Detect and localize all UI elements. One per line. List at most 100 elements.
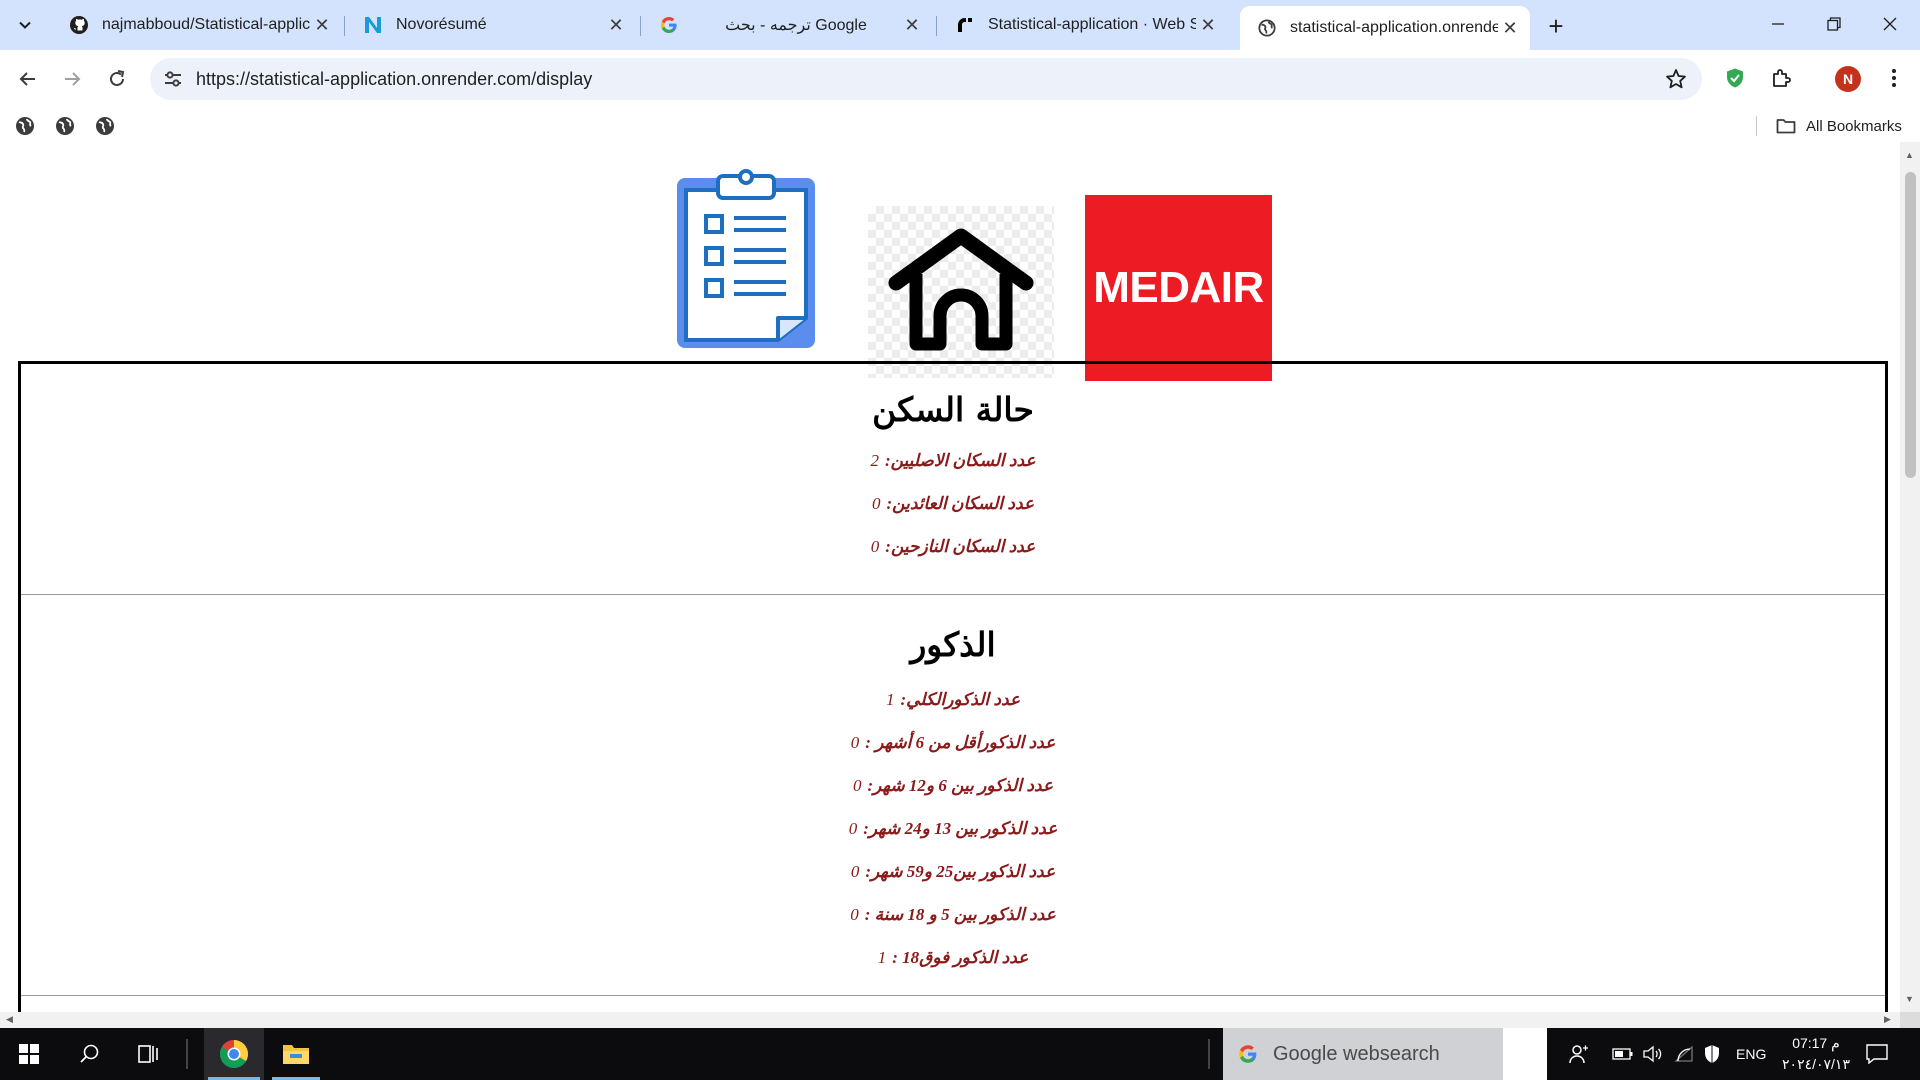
males-section: الذكور عدد الذكورالكلي:1 عدد الذكورأقل م… bbox=[21, 595, 1885, 996]
search-button[interactable] bbox=[64, 1028, 116, 1080]
tab-google-search[interactable]: ترجمه - بحث Google ✕ bbox=[642, 6, 932, 44]
scroll-left-icon[interactable]: ◀ bbox=[6, 1014, 13, 1025]
stat-line: عدد الذكورأقل من 6 أشهر :0 bbox=[850, 733, 1056, 752]
site-settings-icon[interactable] bbox=[162, 68, 184, 90]
forward-button[interactable] bbox=[52, 59, 92, 99]
notifications-icon[interactable] bbox=[1866, 1028, 1888, 1080]
close-icon[interactable]: ✕ bbox=[1498, 16, 1522, 40]
scroll-down-icon[interactable]: ▼ bbox=[1905, 994, 1914, 1004]
taskbar-divider bbox=[186, 1039, 188, 1069]
clock-date: ٢٠٢٤/٠٧/١٣ bbox=[1782, 1056, 1850, 1072]
stat-line: عدد الذكور بين 5 و 18 سنة :0 bbox=[850, 905, 1056, 924]
chrome-taskbar-button[interactable] bbox=[204, 1028, 264, 1080]
window-close-button[interactable] bbox=[1860, 0, 1920, 48]
arrow-left-icon bbox=[19, 72, 35, 86]
all-bookmarks-label: All Bookmarks bbox=[1806, 117, 1902, 135]
close-icon[interactable]: ✕ bbox=[1196, 13, 1220, 37]
close-icon[interactable]: ✕ bbox=[604, 13, 628, 37]
stat-line: عدد الذكور بين 6 و12 شهر:0 bbox=[853, 776, 1053, 795]
language-indicator[interactable]: ENG bbox=[1736, 1028, 1766, 1080]
tab-github[interactable]: najmabboud/Statistical-applicat ✕ bbox=[52, 6, 342, 44]
restore-icon bbox=[1827, 17, 1841, 31]
folder-icon bbox=[283, 1045, 309, 1064]
clock-time: 07:17 م bbox=[1792, 1035, 1840, 1051]
tab-title: najmabboud/Statistical-applicat bbox=[102, 16, 310, 33]
chevron-down-icon bbox=[19, 21, 31, 29]
wifi-icon[interactable] bbox=[1674, 1028, 1694, 1080]
profile-avatar[interactable]: N bbox=[1835, 66, 1861, 92]
tab-search-button[interactable] bbox=[8, 10, 42, 40]
clock[interactable]: 07:17 م ٢٠٢٤/٠٧/١٣ bbox=[1776, 1033, 1856, 1075]
security-shield-icon[interactable] bbox=[1703, 1028, 1721, 1080]
windows-taskbar: Google websearch ENG 07:17 م ٢٠٢٤/٠٧/١٣ bbox=[0, 1028, 1920, 1080]
clipboard-icon bbox=[677, 169, 815, 348]
vertical-scrollbar[interactable]: ▲ ▼ bbox=[1900, 142, 1920, 1012]
shield-extension-icon[interactable] bbox=[1721, 64, 1749, 92]
start-button[interactable] bbox=[0, 1028, 58, 1080]
google-icon bbox=[1239, 1045, 1257, 1063]
stat-line: عدد الذكور فوق18 :1 bbox=[877, 948, 1029, 967]
github-icon bbox=[68, 14, 90, 36]
google-websearch-box[interactable]: Google websearch bbox=[1223, 1028, 1503, 1080]
menu-kebab-icon[interactable] bbox=[1880, 64, 1908, 92]
tab-title: Novorésumé bbox=[396, 16, 487, 33]
medair-logo: MEDAIR bbox=[1085, 195, 1272, 381]
tab-title: statistical-application.onrender. bbox=[1290, 19, 1498, 36]
tab-title: ترجمه - بحث Google bbox=[725, 17, 867, 34]
page-viewport: MEDAIR حالة السكن عدد السكان الاصليين:2 … bbox=[0, 142, 1900, 1012]
file-explorer-taskbar-button[interactable] bbox=[268, 1028, 324, 1080]
all-bookmarks-button[interactable]: All Bookmarks bbox=[1776, 115, 1902, 137]
globe-icon[interactable] bbox=[15, 116, 35, 136]
house-logo bbox=[868, 206, 1054, 378]
address-bar[interactable]: https://statistical-application.onrender… bbox=[150, 58, 1702, 100]
house-icon bbox=[888, 228, 1034, 351]
tab-title: Statistical-application · Web Se bbox=[988, 16, 1196, 33]
tab-separator bbox=[344, 16, 345, 36]
volume-icon[interactable] bbox=[1642, 1028, 1662, 1080]
stat-line: عدد الذكورالكلي:1 bbox=[885, 690, 1021, 709]
close-icon[interactable]: ✕ bbox=[900, 13, 924, 37]
websearch-placeholder: Google websearch bbox=[1273, 1042, 1440, 1065]
horizontal-scrollbar[interactable]: ◀ ▶ bbox=[0, 1012, 1900, 1028]
minimize-button[interactable] bbox=[1748, 0, 1808, 48]
reload-button[interactable] bbox=[97, 59, 137, 99]
tab-statistical-application[interactable]: statistical-application.onrender. ✕ bbox=[1240, 6, 1530, 50]
globe-icon[interactable] bbox=[55, 116, 75, 136]
scroll-up-icon[interactable]: ▲ bbox=[1905, 150, 1914, 160]
back-button[interactable] bbox=[8, 59, 48, 99]
new-tab-button[interactable]: + bbox=[1542, 11, 1570, 41]
close-icon[interactable]: ✕ bbox=[310, 13, 334, 37]
section-title: حالة السكن bbox=[872, 390, 1034, 429]
people-icon[interactable] bbox=[1568, 1028, 1590, 1080]
chrome-icon bbox=[220, 1040, 248, 1068]
stat-line: عدد الذكور بين25 و59 شهر:0 bbox=[850, 862, 1056, 881]
stat-line: عدد السكان العائدين:0 bbox=[871, 494, 1035, 513]
bookmarks-divider bbox=[1756, 116, 1757, 136]
stat-line: عدد السكان الاصليين:2 bbox=[870, 451, 1036, 470]
section-title: الذكور bbox=[910, 625, 996, 664]
scrollbar-thumb[interactable] bbox=[1905, 172, 1916, 478]
tab-render[interactable]: Statistical-application · Web Se ✕ bbox=[938, 6, 1228, 44]
taskbar-blank-area bbox=[1503, 1028, 1547, 1080]
browser-toolbar: https://statistical-application.onrender… bbox=[0, 50, 1920, 108]
minimize-icon bbox=[1772, 23, 1784, 25]
task-view-button[interactable] bbox=[124, 1028, 176, 1080]
report-panel: حالة السكن عدد السكان الاصليين:2 عدد الس… bbox=[18, 361, 1888, 1012]
globe-icon[interactable] bbox=[95, 116, 115, 136]
tab-strip: najmabboud/Statistical-applicat ✕ Novoré… bbox=[0, 0, 1920, 50]
battery-icon[interactable] bbox=[1612, 1028, 1634, 1080]
task-view-icon bbox=[138, 1045, 158, 1063]
tab-separator bbox=[640, 16, 641, 36]
restore-button[interactable] bbox=[1804, 0, 1864, 48]
tab-novoresume[interactable]: Novorésumé ✕ bbox=[346, 6, 636, 44]
bookmark-star-icon[interactable] bbox=[1664, 67, 1688, 91]
extensions-puzzle-icon[interactable] bbox=[1767, 64, 1795, 92]
scroll-right-icon[interactable]: ▶ bbox=[1884, 1014, 1891, 1025]
url-text[interactable]: https://statistical-application.onrender… bbox=[196, 69, 592, 90]
search-icon bbox=[80, 1044, 99, 1063]
reload-icon bbox=[110, 70, 125, 86]
housing-status-section: حالة السكن عدد السكان الاصليين:2 عدد الس… bbox=[21, 364, 1885, 595]
arrow-right-icon bbox=[65, 72, 81, 86]
scrollbar-corner bbox=[1900, 1012, 1920, 1028]
stat-line: عدد الذكور بين 13 و24 شهر:0 bbox=[848, 819, 1058, 838]
